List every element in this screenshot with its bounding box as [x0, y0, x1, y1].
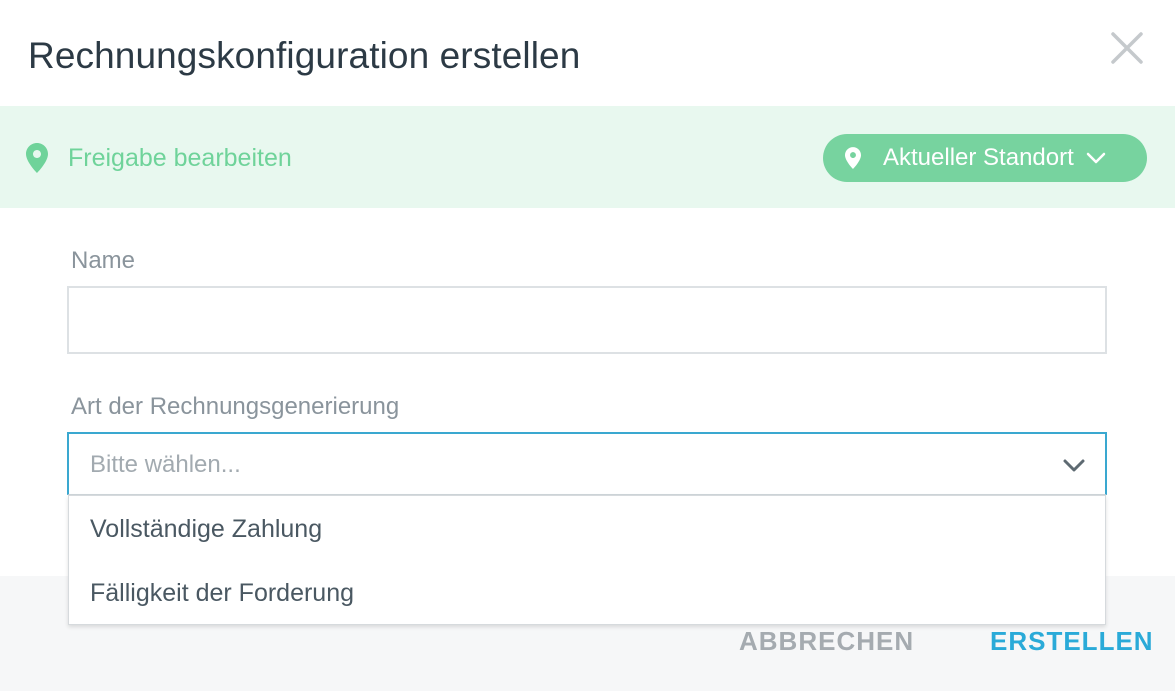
- generation-type-options: Vollständige Zahlung Fälligkeit der Ford…: [68, 495, 1106, 625]
- close-button[interactable]: [1109, 30, 1145, 66]
- edit-share-label: Freigabe bearbeiten: [68, 144, 292, 172]
- option-full-payment[interactable]: Vollständige Zahlung: [90, 513, 1080, 545]
- map-pin-icon: [26, 143, 48, 173]
- generation-type-select[interactable]: Bitte wählen...: [67, 432, 1107, 495]
- share-bar: Freigabe bearbeiten Aktueller Standort: [0, 106, 1175, 208]
- chevron-down-icon: [1086, 152, 1106, 164]
- invoice-config-dialog: Rechnungskonfiguration erstellen Freigab…: [0, 0, 1175, 691]
- generation-type-placeholder: Bitte wählen...: [90, 451, 241, 478]
- option-due-date[interactable]: Fälligkeit der Forderung: [90, 577, 1080, 609]
- chevron-down-icon: [1063, 459, 1085, 472]
- cancel-button[interactable]: ABBRECHEN: [739, 626, 914, 656]
- close-icon: [1111, 32, 1143, 64]
- current-location-dropdown[interactable]: Aktueller Standort: [823, 134, 1147, 182]
- name-label: Name: [71, 247, 136, 274]
- generation-type-label: Art der Rechnungsgenerierung: [71, 393, 400, 420]
- create-button[interactable]: ERSTELLEN: [990, 626, 1154, 656]
- edit-share-link[interactable]: Freigabe bearbeiten: [26, 142, 292, 174]
- map-pin-icon: [845, 147, 861, 169]
- name-input[interactable]: [67, 286, 1107, 354]
- dialog-header: Rechnungskonfiguration erstellen: [0, 0, 1175, 106]
- dialog-title: Rechnungskonfiguration erstellen: [28, 35, 581, 76]
- current-location-label: Aktueller Standort: [883, 144, 1074, 171]
